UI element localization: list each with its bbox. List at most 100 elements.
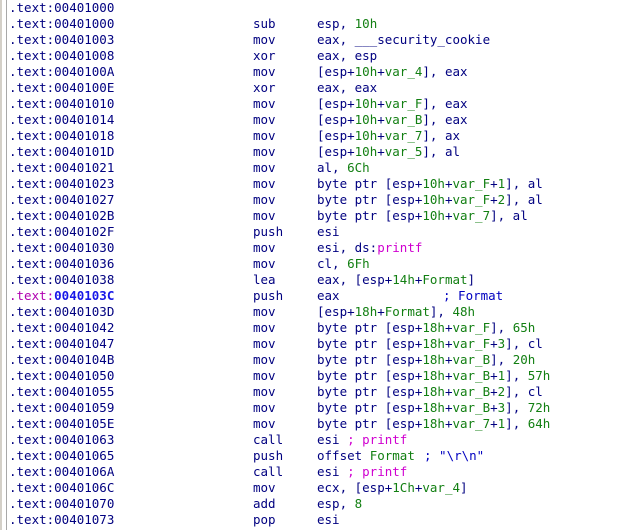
disassembly-line-list[interactable]: .text:00401000 .text:00401000 sub esp, 10h.…	[0, 0, 632, 530]
line-mnemonic[interactable]: mov	[253, 32, 276, 48]
disassembly-line[interactable]: .text:00401038 lea eax, [esp+14h+Format]	[0, 272, 632, 288]
line-operands[interactable]: [esp+10h+var_5], al	[317, 144, 460, 160]
line-operands[interactable]: byte ptr [esp+18h+var_7+1], 64h	[317, 416, 550, 432]
line-operands[interactable]: ecx, [esp+1Ch+var_4]	[317, 480, 468, 496]
line-operands[interactable]: [esp+10h+var_4], eax	[317, 64, 468, 80]
line-operands[interactable]: [esp+10h+var_7], ax	[317, 128, 460, 144]
disassembly-line[interactable]: .text:0040102F push esi	[0, 224, 632, 240]
line-address[interactable]: .text:0040102B	[9, 208, 114, 224]
line-mnemonic[interactable]: pop	[253, 512, 276, 528]
line-mnemonic[interactable]: mov	[253, 240, 276, 256]
line-mnemonic[interactable]: xor	[253, 48, 276, 64]
line-mnemonic[interactable]: mov	[253, 304, 276, 320]
disassembly-line-current[interactable]: .text:0040103C push eax ; Format	[0, 288, 632, 304]
disassembly-line[interactable]: .text:00401021 mov al, 6Ch	[0, 160, 632, 176]
disassembly-line[interactable]: .text:00401014 mov [esp+10h+var_B], eax	[0, 112, 632, 128]
line-operands[interactable]: eax, esp	[317, 48, 377, 64]
disassembly-line[interactable]: .text:00401042 mov byte ptr [esp+18h+var_F…	[0, 320, 632, 336]
disassembly-line[interactable]: .text:00401047 mov byte ptr [esp+18h+var_F…	[0, 336, 632, 352]
line-address[interactable]: .text:00401055	[9, 384, 114, 400]
line-address[interactable]: .text:00401023	[9, 176, 114, 192]
line-operands[interactable]: esp, 10h	[317, 16, 377, 32]
line-operands[interactable]: [esp+18h+Format], 48h	[317, 304, 475, 320]
line-mnemonic[interactable]: mov	[253, 416, 276, 432]
line-address[interactable]: .text:0040102F	[9, 224, 114, 240]
line-address[interactable]: .text:00401065	[9, 448, 114, 464]
disassembly-line[interactable]: .text:00401036 mov cl, 6Fh	[0, 256, 632, 272]
line-address[interactable]: .text:00401047	[9, 336, 114, 352]
line-address[interactable]: .text:00401027	[9, 192, 114, 208]
line-operands[interactable]: esp, 8	[317, 496, 362, 512]
line-address[interactable]: .text:0040104B	[9, 352, 114, 368]
line-operands[interactable]: byte ptr [esp+18h+var_B], 20h	[317, 352, 535, 368]
line-address[interactable]: .text:0040103D	[9, 304, 114, 320]
disassembly-line[interactable]: .text:00401030 mov esi, ds:printf	[0, 240, 632, 256]
line-address[interactable]: .text:00401042	[9, 320, 114, 336]
line-mnemonic[interactable]: push	[253, 288, 283, 304]
disassembly-line[interactable]: .text:00401000	[0, 0, 632, 16]
disassembly-line[interactable]: .text:00401000 sub esp, 10h	[0, 16, 632, 32]
disassembly-line[interactable]: .text:00401063 call esi ; printf	[0, 432, 632, 448]
disassembly-line[interactable]: .text:00401010 mov [esp+10h+var_F], eax	[0, 96, 632, 112]
line-mnemonic[interactable]: mov	[253, 192, 276, 208]
line-operands[interactable]: byte ptr [esp+10h+var_F+1], al	[317, 176, 543, 192]
disassembly-line[interactable]: .text:00401003 mov eax, ___security_cookie	[0, 32, 632, 48]
line-mnemonic[interactable]: mov	[253, 128, 276, 144]
line-address[interactable]: .text:00401063	[9, 432, 114, 448]
line-operands[interactable]: esi, ds:printf	[317, 240, 422, 256]
line-mnemonic[interactable]: mov	[253, 112, 276, 128]
disassembly-line[interactable]: .text:0040101D mov [esp+10h+var_5], al	[0, 144, 632, 160]
line-mnemonic[interactable]: mov	[253, 384, 276, 400]
line-operands[interactable]: [esp+10h+var_F], eax	[317, 96, 468, 112]
line-address[interactable]: .text:0040100E	[9, 80, 114, 96]
line-address[interactable]: .text:00401038	[9, 272, 114, 288]
line-mnemonic[interactable]: mov	[253, 64, 276, 80]
line-operands[interactable]: byte ptr [esp+10h+var_7], al	[317, 208, 528, 224]
line-mnemonic[interactable]: call	[253, 464, 283, 480]
disassembly-view[interactable]: .text:00401000 .text:00401000 sub esp, 10h.…	[0, 0, 632, 530]
line-operands[interactable]: esi ; printf	[317, 432, 407, 448]
line-mnemonic[interactable]: mov	[253, 256, 276, 272]
line-address[interactable]: .text:00401059	[9, 400, 114, 416]
line-address[interactable]: .text:00401070	[9, 496, 114, 512]
disassembly-line[interactable]: .text:00401018 mov [esp+10h+var_7], ax	[0, 128, 632, 144]
line-address[interactable]: .text:00401073	[9, 512, 114, 528]
line-address[interactable]: .text:00401010	[9, 96, 114, 112]
disassembly-line[interactable]: .text:0040100A mov [esp+10h+var_4], eax	[0, 64, 632, 80]
line-mnemonic[interactable]: mov	[253, 96, 276, 112]
disassembly-line[interactable]: .text:00401073 pop esi	[0, 512, 632, 528]
line-operands[interactable]: byte ptr [esp+10h+var_F+2], al	[317, 192, 543, 208]
line-operands[interactable]: eax, eax	[317, 80, 377, 96]
line-mnemonic[interactable]: mov	[253, 176, 276, 192]
line-operands[interactable]: al, 6Ch	[317, 160, 370, 176]
line-mnemonic[interactable]: push	[253, 224, 283, 240]
line-operands[interactable]: esi	[317, 512, 340, 528]
line-address[interactable]: .text:00401014	[9, 112, 114, 128]
line-operands[interactable]: cl, 6Fh	[317, 256, 370, 272]
line-address[interactable]: .text:00401021	[9, 160, 114, 176]
line-mnemonic[interactable]: lea	[253, 272, 276, 288]
line-address[interactable]: .text:00401030	[9, 240, 114, 256]
line-mnemonic[interactable]: mov	[253, 480, 276, 496]
disassembly-line[interactable]: .text:0040102B mov byte ptr [esp+10h+var_7…	[0, 208, 632, 224]
disassembly-line[interactable]: .text:0040105E mov byte ptr [esp+18h+var_7…	[0, 416, 632, 432]
line-mnemonic[interactable]: push	[253, 448, 283, 464]
line-address[interactable]: .text:0040105E	[9, 416, 114, 432]
disassembly-line[interactable]: .text:00401027 mov byte ptr [esp+10h+var_F…	[0, 192, 632, 208]
line-mnemonic[interactable]: mov	[253, 208, 276, 224]
line-address[interactable]: .text:00401050	[9, 368, 114, 384]
disassembly-line[interactable]: .text:0040104B mov byte ptr [esp+18h+var_B…	[0, 352, 632, 368]
disassembly-line[interactable]: .text:00401065 push offset Format ; "\r\n"	[0, 448, 632, 464]
line-operands[interactable]: eax, [esp+14h+Format]	[317, 272, 475, 288]
line-operands[interactable]: esi	[317, 224, 340, 240]
line-mnemonic[interactable]: mov	[253, 368, 276, 384]
line-operands[interactable]: byte ptr [esp+18h+var_B+3], 72h	[317, 400, 550, 416]
line-mnemonic[interactable]: mov	[253, 144, 276, 160]
line-operands[interactable]: byte ptr [esp+18h+var_F], 65h	[317, 320, 535, 336]
disassembly-line[interactable]: .text:00401070 add esp, 8	[0, 496, 632, 512]
line-address[interactable]: .text:0040100A	[9, 64, 114, 80]
line-address[interactable]: .text:00401000	[9, 16, 114, 32]
line-mnemonic[interactable]: sub	[253, 16, 276, 32]
line-operands[interactable]: byte ptr [esp+18h+var_B+1], 57h	[317, 368, 550, 384]
line-comment[interactable]: ; Format	[443, 288, 503, 304]
